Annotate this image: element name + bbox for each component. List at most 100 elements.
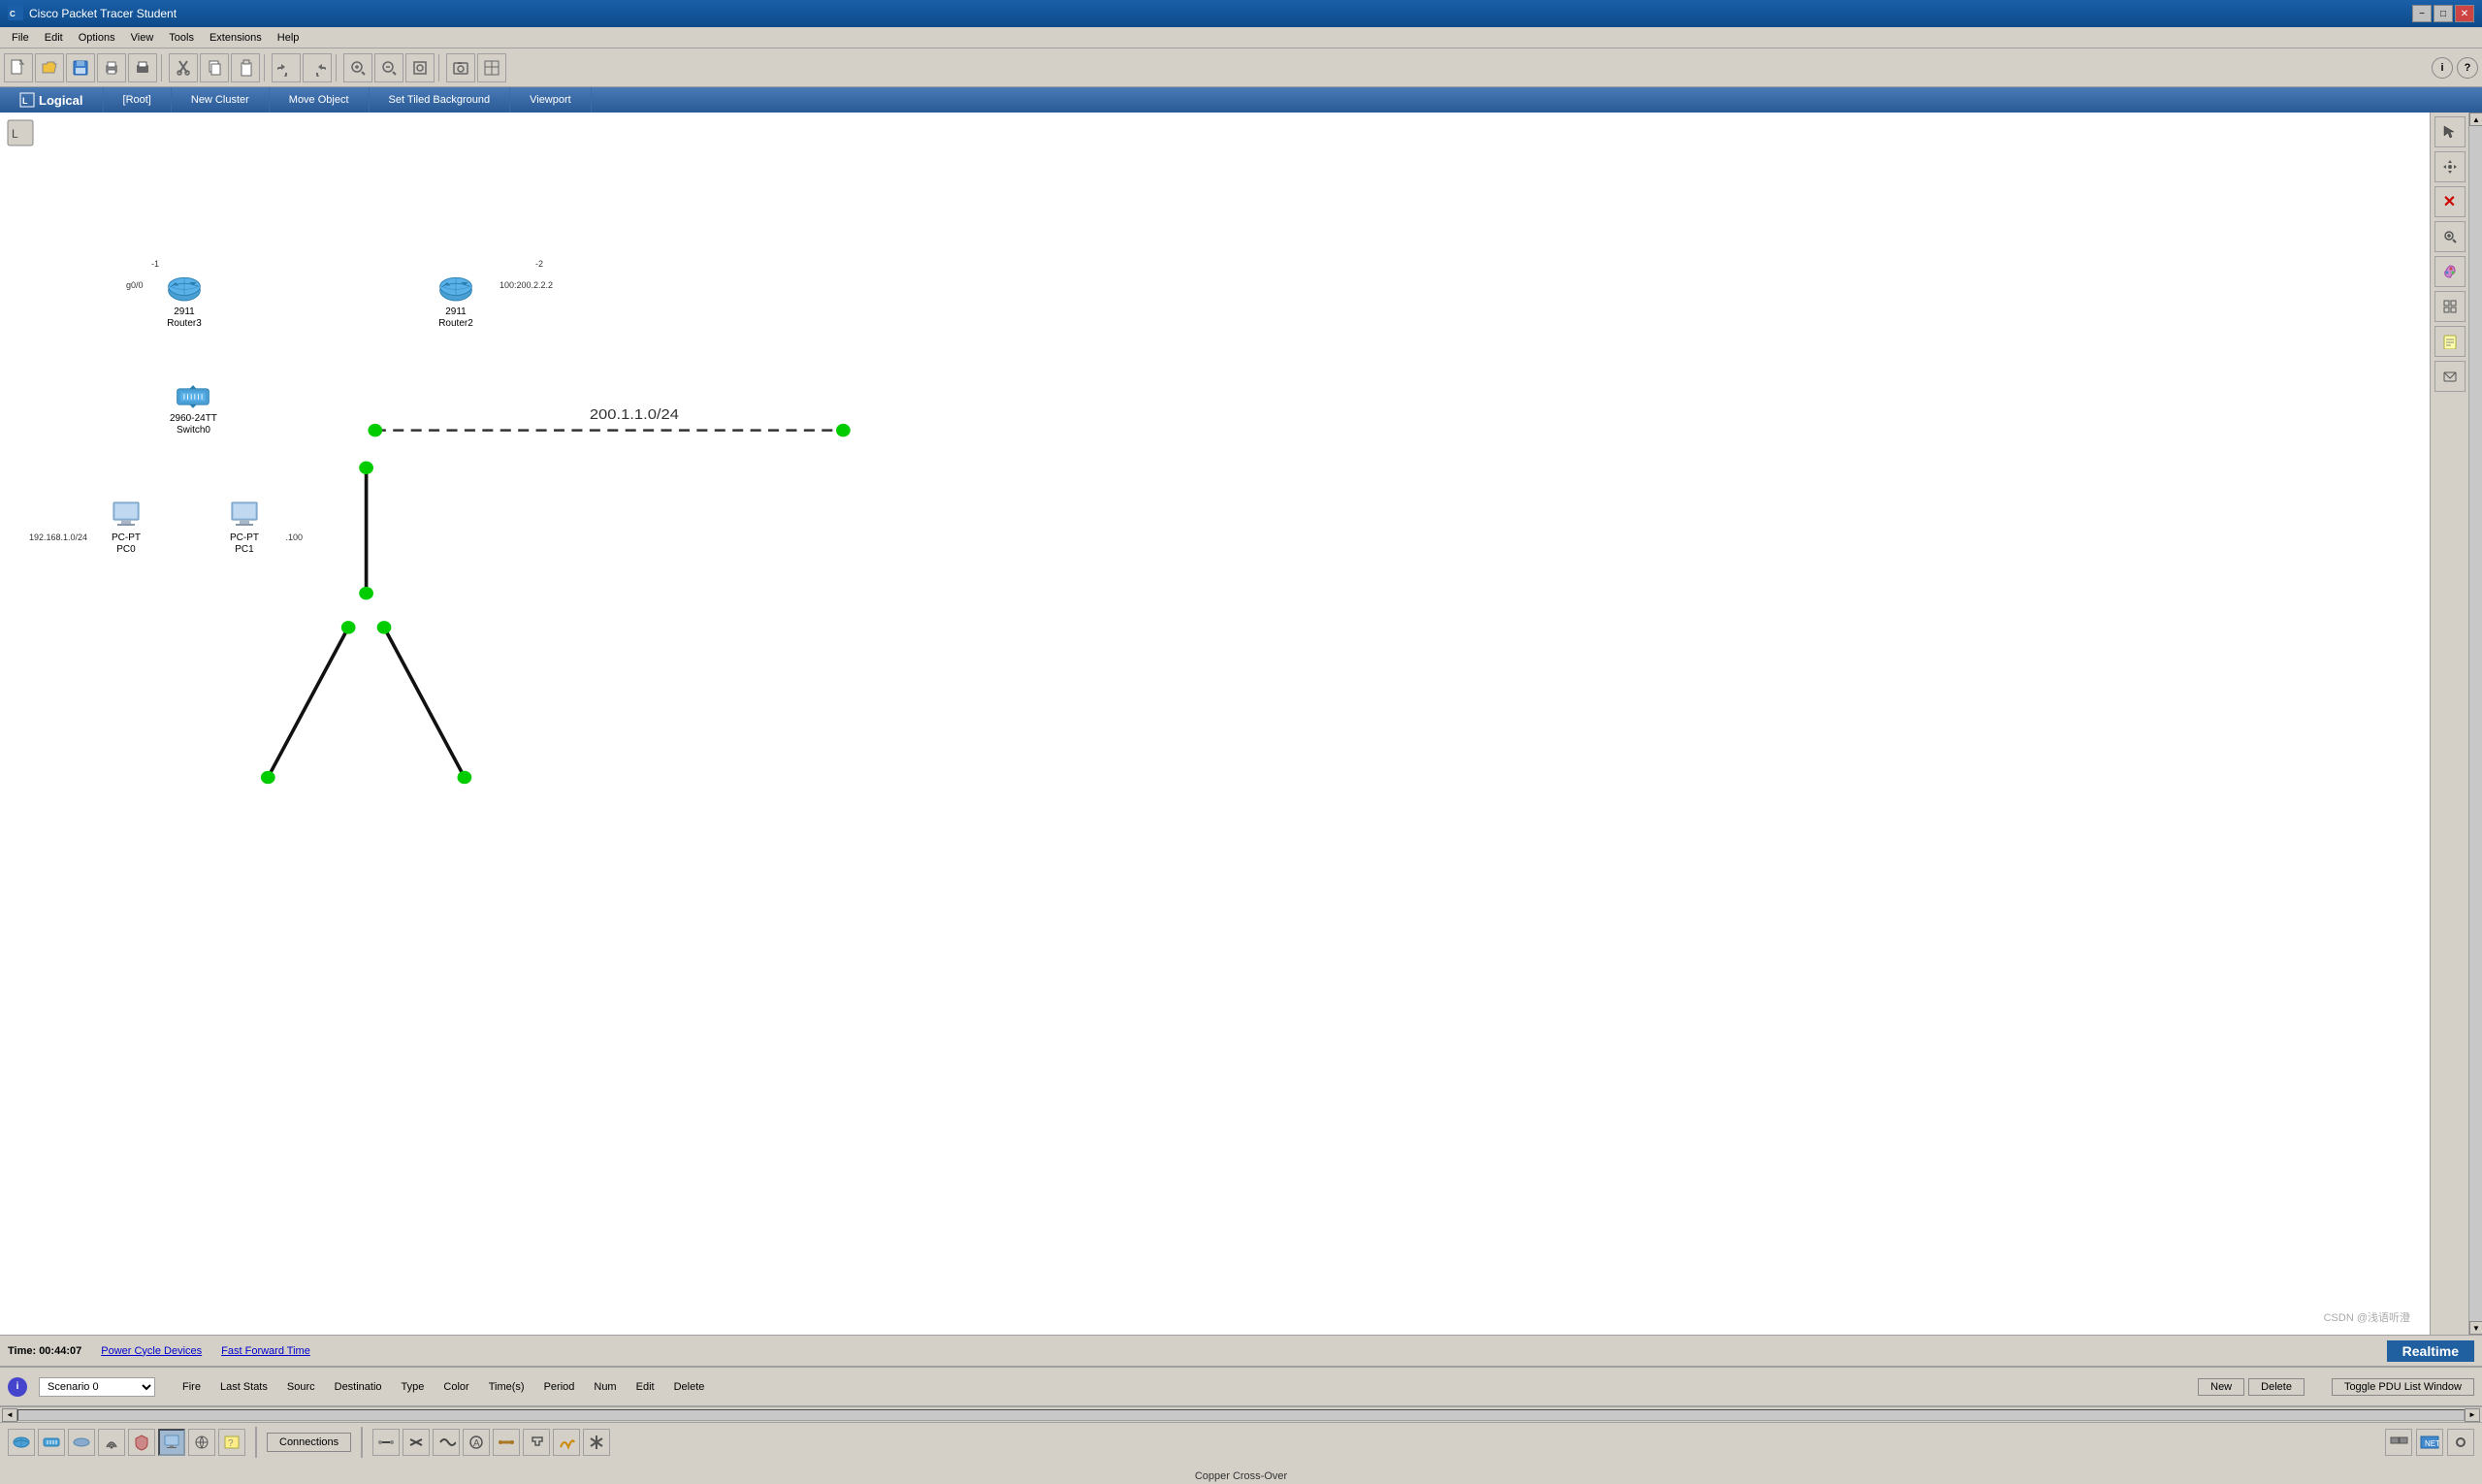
copy-button[interactable] bbox=[200, 53, 229, 82]
hubs-category-button[interactable] bbox=[68, 1429, 95, 1456]
routers-category-button[interactable] bbox=[8, 1429, 35, 1456]
new-button[interactable] bbox=[4, 53, 33, 82]
octal-button[interactable] bbox=[583, 1429, 610, 1456]
close-button[interactable]: ✕ bbox=[2455, 5, 2474, 22]
fast-forward-button[interactable]: Fast Forward Time bbox=[221, 1345, 310, 1357]
delete-tool-button[interactable]: ✕ bbox=[2434, 186, 2466, 217]
router2-port2: -2 bbox=[535, 259, 543, 269]
router3-node[interactable]: g0/0 -1 2911 Router3 bbox=[165, 273, 204, 330]
toggle-pdu-button[interactable]: Toggle PDU List Window bbox=[2332, 1378, 2474, 1396]
scroll-down-button[interactable]: ▼ bbox=[2469, 1321, 2482, 1335]
end-devices-category-button[interactable] bbox=[158, 1429, 185, 1456]
router3-label: Router3 bbox=[167, 318, 202, 330]
note-tool-button[interactable] bbox=[2434, 326, 2466, 357]
switches-category-button[interactable] bbox=[38, 1429, 65, 1456]
pc0-node[interactable]: 192.168.1.0/24 PC-PT PC0 bbox=[107, 499, 145, 556]
wan-category-button[interactable] bbox=[188, 1429, 215, 1456]
cut-button[interactable] bbox=[169, 53, 198, 82]
zoom-tool-button[interactable] bbox=[2434, 221, 2466, 252]
switch0-model: 2960-24TT bbox=[170, 413, 217, 425]
select-tool-button[interactable] bbox=[2434, 116, 2466, 147]
scroll-up-button[interactable]: ▲ bbox=[2469, 113, 2482, 126]
scenario-select[interactable]: Scenario 0 bbox=[39, 1377, 155, 1397]
maximize-button[interactable]: □ bbox=[2434, 5, 2453, 22]
router2-label: Router2 bbox=[438, 318, 473, 330]
straight-through-button[interactable] bbox=[372, 1429, 400, 1456]
svg-text:L: L bbox=[12, 127, 18, 141]
router3-interface: g0/0 bbox=[126, 280, 144, 290]
fiber-button[interactable] bbox=[553, 1429, 580, 1456]
custom-button[interactable] bbox=[477, 53, 506, 82]
print2-button[interactable] bbox=[128, 53, 157, 82]
save-button[interactable] bbox=[66, 53, 95, 82]
custom-category-button[interactable]: ? bbox=[218, 1429, 245, 1456]
svg-text:A: A bbox=[473, 1438, 480, 1449]
connections-tab[interactable]: Connections bbox=[267, 1433, 351, 1452]
menu-edit[interactable]: Edit bbox=[37, 30, 71, 46]
palette-tool-button[interactable] bbox=[2434, 256, 2466, 287]
pc1-icon bbox=[225, 499, 264, 532]
scroll-left-button[interactable]: ◄ bbox=[2, 1408, 17, 1422]
redo-button[interactable] bbox=[303, 53, 332, 82]
coax-button[interactable] bbox=[493, 1429, 520, 1456]
zoom-in-button[interactable] bbox=[343, 53, 372, 82]
pc1-node[interactable]: .100 PC-PT PC1 bbox=[225, 499, 264, 556]
grid-tool-button[interactable] bbox=[2434, 291, 2466, 322]
move-tool-button[interactable] bbox=[2434, 151, 2466, 182]
menu-bar: File Edit Options View Tools Extensions … bbox=[0, 27, 2482, 48]
zoom-fit-button[interactable] bbox=[405, 53, 435, 82]
pc1-model: PC-PT bbox=[230, 532, 259, 544]
info-button[interactable]: i bbox=[2432, 57, 2453, 79]
toolbar-sep-v bbox=[255, 1427, 257, 1458]
settings-icon[interactable] bbox=[2447, 1429, 2474, 1456]
menu-file[interactable]: File bbox=[4, 30, 37, 46]
new-scenario-button[interactable]: New bbox=[2198, 1378, 2244, 1396]
zoom-out-button[interactable] bbox=[374, 53, 403, 82]
pc0-model: PC-PT bbox=[112, 532, 141, 544]
vertical-scrollbar[interactable]: ▲ ▼ bbox=[2468, 113, 2482, 1335]
router3-icon bbox=[165, 273, 204, 306]
security-category-button[interactable] bbox=[128, 1429, 155, 1456]
nav-new-cluster[interactable]: New Cluster bbox=[172, 87, 270, 113]
switch0-node[interactable]: 2960-24TT Switch0 bbox=[170, 379, 217, 436]
svg-text:C: C bbox=[10, 10, 16, 18]
help-button[interactable]: ? bbox=[2457, 57, 2478, 79]
delete-scenario-button[interactable]: Delete bbox=[2248, 1378, 2305, 1396]
menu-view[interactable]: View bbox=[123, 30, 162, 46]
nav-tiled-bg[interactable]: Set Tiled Background bbox=[370, 87, 511, 113]
router3-port: -1 bbox=[151, 259, 159, 269]
network-icon2[interactable]: NET bbox=[2416, 1429, 2443, 1456]
auto-connect-button[interactable]: A bbox=[463, 1429, 490, 1456]
nav-root[interactable]: [Root] bbox=[104, 87, 172, 113]
print-button[interactable] bbox=[97, 53, 126, 82]
open-button[interactable] bbox=[35, 53, 64, 82]
network-icon1[interactable] bbox=[2385, 1429, 2412, 1456]
wireless-category-button[interactable] bbox=[98, 1429, 125, 1456]
realtime-indicator[interactable]: Realtime bbox=[2387, 1340, 2474, 1362]
canvas-area[interactable]: 200.1.1.0/24 g0/0 -1 bbox=[0, 113, 2430, 1335]
menu-options[interactable]: Options bbox=[71, 30, 123, 46]
undo-button[interactable] bbox=[272, 53, 301, 82]
router2-node[interactable]: -2 100:200.2.2.2 2911 Router2 bbox=[436, 273, 475, 330]
crossover-button[interactable] bbox=[403, 1429, 430, 1456]
paste-button[interactable] bbox=[231, 53, 260, 82]
watermark: CSDN @浅语听澄 bbox=[2324, 1309, 2410, 1325]
scroll-right-button[interactable]: ► bbox=[2465, 1408, 2480, 1422]
menu-help[interactable]: Help bbox=[270, 30, 307, 46]
scroll-track-h[interactable] bbox=[17, 1409, 2465, 1421]
rollover-button[interactable] bbox=[433, 1429, 460, 1456]
menu-tools[interactable]: Tools bbox=[161, 30, 202, 46]
mail-tool-button[interactable] bbox=[2434, 361, 2466, 392]
menu-extensions[interactable]: Extensions bbox=[202, 30, 270, 46]
scroll-track[interactable] bbox=[2469, 126, 2482, 1321]
router3-model: 2911 bbox=[174, 306, 195, 318]
power-cycle-button[interactable]: Power Cycle Devices bbox=[101, 1345, 202, 1357]
phone-button[interactable] bbox=[523, 1429, 550, 1456]
horizontal-scrollbar[interactable]: ◄ ► bbox=[0, 1406, 2482, 1422]
nav-viewport[interactable]: Viewport bbox=[510, 87, 592, 113]
pdu-columns: Fire Last Stats Sourc Destinatio Type Co… bbox=[182, 1381, 704, 1393]
nav-move-object[interactable]: Move Object bbox=[270, 87, 370, 113]
nav-logical[interactable]: L Logical bbox=[0, 87, 104, 113]
screenshot-button[interactable] bbox=[446, 53, 475, 82]
minimize-button[interactable]: − bbox=[2412, 5, 2432, 22]
